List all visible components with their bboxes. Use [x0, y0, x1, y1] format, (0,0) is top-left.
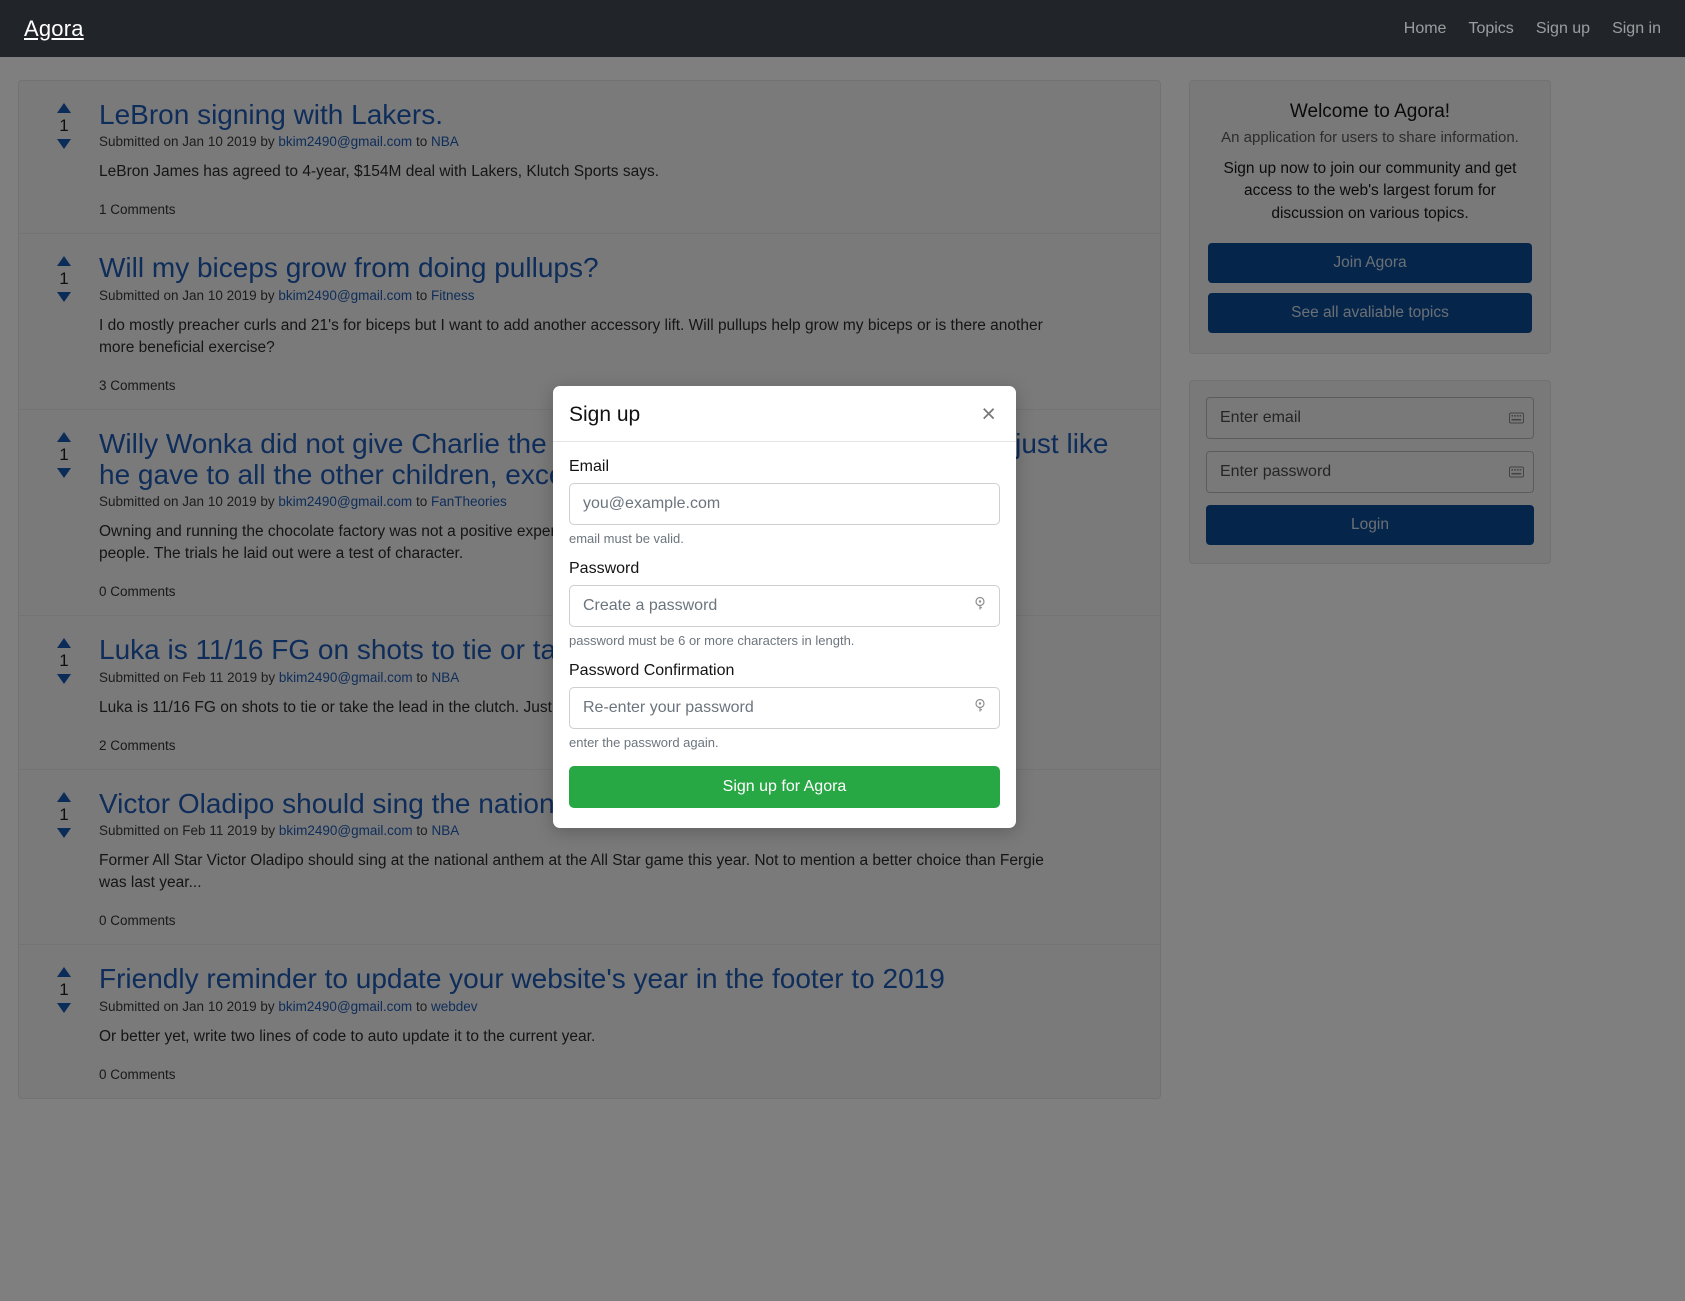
key-icon[interactable]: [972, 596, 988, 617]
password-form-group: Password password must be 6 or more char…: [569, 560, 1000, 648]
email-help-text: email must be valid.: [569, 531, 684, 546]
email-input[interactable]: [569, 483, 1000, 525]
nav-link-topics[interactable]: Topics: [1468, 20, 1513, 38]
modal-title: Sign up: [569, 402, 641, 426]
password-input[interactable]: [569, 585, 1000, 627]
signup-submit-button[interactable]: Sign up for Agora: [569, 766, 1000, 808]
password-help-text: password must be 6 or more characters in…: [569, 633, 855, 648]
email-input-wrap: [569, 483, 1000, 525]
password-input-wrap: [569, 585, 1000, 627]
nav-link-home[interactable]: Home: [1404, 20, 1447, 38]
app-root: Agora Home Topics Sign up Sign in 1 LeBr…: [0, 0, 1685, 1301]
nav-link-sign-in[interactable]: Sign in: [1612, 20, 1661, 38]
brand-logo[interactable]: Agora: [24, 16, 84, 42]
signup-modal: Sign up × Email email must be valid. Pas…: [553, 386, 1016, 828]
confirm-label: Password Confirmation: [569, 662, 735, 679]
email-label: Email: [569, 458, 610, 475]
nav-links: Home Topics Sign up Sign in: [1404, 20, 1661, 38]
navbar: Agora Home Topics Sign up Sign in: [0, 0, 1685, 57]
confirm-input-wrap: [569, 687, 1000, 729]
email-form-group: Email email must be valid.: [569, 458, 1000, 546]
modal-body: Email email must be valid. Password: [553, 442, 1016, 828]
nav-link-sign-up[interactable]: Sign up: [1536, 20, 1590, 38]
confirm-help-text: enter the password again.: [569, 735, 719, 750]
confirm-password-input[interactable]: [569, 687, 1000, 729]
key-icon[interactable]: [972, 698, 988, 719]
close-icon[interactable]: ×: [979, 402, 998, 427]
password-label: Password: [569, 560, 640, 577]
modal-header: Sign up ×: [553, 386, 1016, 442]
confirm-form-group: Password Confirmation enter the password…: [569, 662, 1000, 750]
